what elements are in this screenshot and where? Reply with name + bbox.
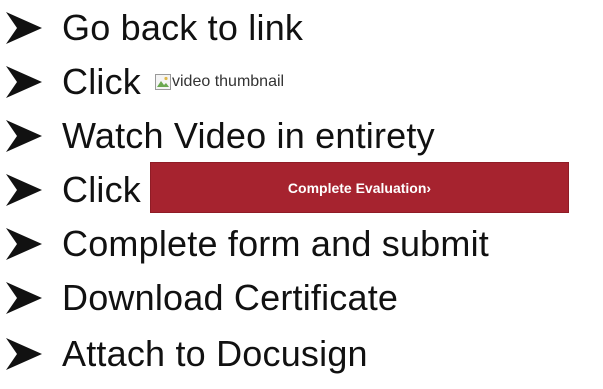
arrow-bullet-icon (2, 172, 46, 208)
video-thumbnail[interactable]: video thumbnail (155, 67, 284, 97)
list-item: Click video thumbnail (0, 58, 284, 106)
list-item: Download Certificate (0, 274, 398, 322)
complete-evaluation-button[interactable]: Complete Evaluation› (150, 162, 569, 213)
arrow-bullet-icon (2, 10, 46, 46)
arrow-bullet-icon (2, 64, 46, 100)
list-item: Complete form and submit (0, 220, 489, 268)
broken-image-icon (155, 74, 171, 90)
complete-evaluation-label: Complete Evaluation› (287, 179, 432, 196)
step-text: Download Certificate (62, 277, 399, 318)
list-item: Watch Video in entirety (0, 112, 435, 160)
thumbnail-alt-text: video thumbnail (172, 73, 285, 90)
arrow-bullet-icon (2, 118, 46, 154)
step-text: Click (62, 169, 141, 210)
arrow-bullet-icon (2, 226, 46, 262)
list-item: Attach to Docusign (0, 330, 368, 378)
step-text: Watch Video in entirety (62, 115, 435, 156)
step-text: Complete form and submit (62, 223, 489, 264)
step-text: Attach to Docusign (62, 333, 368, 374)
arrow-bullet-icon (2, 336, 46, 372)
arrow-bullet-icon (2, 280, 46, 316)
list-item: Click (0, 166, 141, 214)
step-text: Go back to link (62, 7, 304, 48)
step-text: Click (62, 61, 141, 102)
list-item: Go back to link (0, 4, 303, 52)
